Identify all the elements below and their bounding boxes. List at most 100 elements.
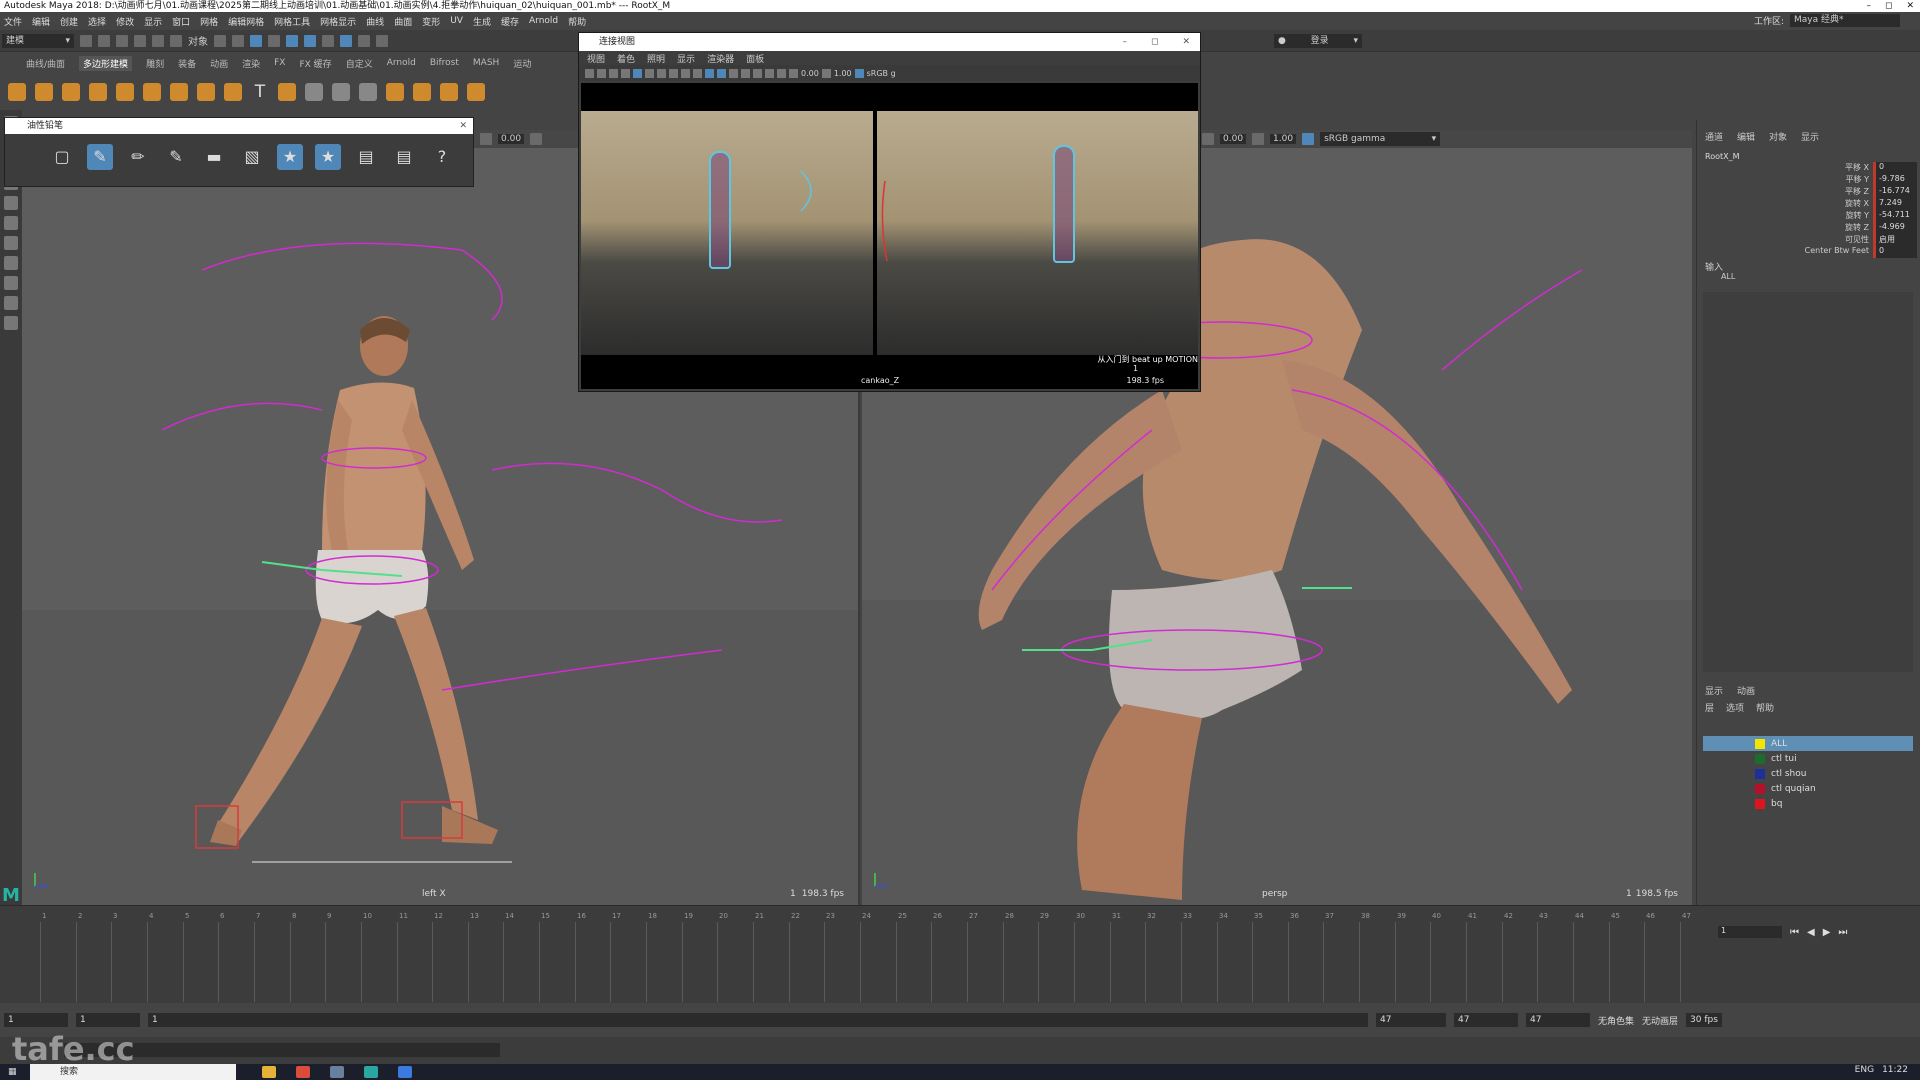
panel-menu-item[interactable]: 着色 (617, 52, 635, 65)
reference-view-canvas[interactable]: 从入门到 beat up MOTION cankao_Z 1 198.3 fps (581, 83, 1198, 389)
select-by-joint-icon[interactable] (232, 34, 244, 47)
rig-curve[interactable] (491, 462, 783, 523)
shelf-tab[interactable]: FX (274, 58, 285, 68)
poly-sphere-icon[interactable] (8, 83, 26, 101)
xray-icon[interactable] (765, 68, 774, 78)
make-live-icon[interactable] (358, 34, 370, 47)
channel-menu-item[interactable]: 对象 (1769, 130, 1787, 143)
panel-menu-item[interactable]: 视图 (587, 52, 605, 65)
gate-mask-icon[interactable] (669, 68, 678, 78)
textured-icon[interactable] (729, 68, 738, 78)
snap-point-icon[interactable] (304, 34, 316, 47)
attribute-row[interactable]: 平移 Z -16.774 (1797, 186, 1917, 198)
panel-menu-item[interactable]: 面板 (746, 52, 764, 65)
safe-action-icon[interactable] (693, 68, 702, 78)
wireframe-icon[interactable] (705, 68, 714, 78)
single-view-icon[interactable] (4, 256, 18, 270)
brush-icon[interactable]: ▬ (201, 144, 227, 170)
layer-color-swatch[interactable] (1755, 783, 1765, 794)
select-by-curve-icon[interactable] (250, 34, 262, 47)
app-icon[interactable] (398, 1066, 412, 1078)
maximize-icon[interactable]: ◻ (1885, 0, 1892, 12)
svg-icon[interactable] (278, 83, 296, 101)
attribute-row[interactable]: 旋转 X 7.249 (1797, 198, 1917, 210)
attribute-row[interactable]: 可见性 启用 (1797, 234, 1917, 246)
shelf-tab[interactable]: 装备 (178, 57, 196, 70)
menu-item[interactable]: 网格 (200, 15, 218, 28)
resolution-gate-icon[interactable] (657, 68, 666, 78)
current-frame-field[interactable]: 1 (1718, 926, 1782, 938)
animation-end-field[interactable]: 47 (1526, 1013, 1590, 1027)
minimize-icon[interactable]: – (1122, 33, 1127, 51)
menu-item[interactable]: 显示 (144, 15, 162, 28)
redo-icon[interactable] (152, 34, 164, 47)
attribute-row[interactable]: 平移 X 0 (1797, 162, 1917, 174)
layer-tab-anim[interactable]: 动画 (1737, 684, 1755, 697)
field-chart-icon[interactable] (681, 68, 690, 78)
boolean-icon[interactable] (386, 83, 404, 101)
menuset-dropdown[interactable]: 建模 ▾ (2, 33, 74, 48)
ghost-previous-icon[interactable]: ★ (277, 144, 303, 170)
shelf-tab[interactable]: 渲染 (242, 57, 260, 70)
layer-menu-item[interactable]: 帮助 (1756, 701, 1774, 714)
outliner-layout-icon[interactable] (4, 296, 18, 310)
menu-item[interactable]: 曲线 (366, 15, 384, 28)
bridge-icon[interactable] (440, 83, 458, 101)
history-icon[interactable] (376, 34, 388, 47)
layer-row[interactable]: ALL (1703, 736, 1913, 751)
clock[interactable]: 11:22 (1882, 1065, 1908, 1075)
layer-row[interactable]: bq (1703, 796, 1913, 811)
shelf-tab[interactable]: 雕刻 (146, 57, 164, 70)
attribute-value[interactable]: 0 (1873, 246, 1917, 258)
go-to-end-icon[interactable]: ⏭ (1838, 927, 1847, 938)
end-time-field[interactable]: 47 (1454, 1013, 1518, 1027)
snap-surface-icon[interactable] (322, 34, 334, 47)
chrome-icon[interactable] (296, 1066, 310, 1078)
color-management-icon[interactable] (854, 68, 864, 78)
text-icon[interactable]: T (251, 83, 269, 101)
range-bar[interactable]: 1 (148, 1013, 1368, 1027)
panel-menu-item[interactable]: 渲染器 (707, 52, 734, 65)
layer-row[interactable]: ctl tui (1703, 751, 1913, 766)
save-scene-icon[interactable] (116, 34, 128, 47)
ghost-next-icon[interactable]: ★ (315, 144, 341, 170)
menu-item[interactable]: UV (450, 16, 463, 26)
layer-color-swatch[interactable] (1755, 753, 1765, 764)
attribute-row[interactable]: 旋转 Z -4.969 (1797, 222, 1917, 234)
layer-color-swatch[interactable] (1755, 768, 1765, 779)
shelf-tab[interactable]: 曲线/曲面 (26, 57, 65, 70)
help-icon[interactable]: ? (429, 144, 455, 170)
poly-cylinder-icon[interactable] (62, 83, 80, 101)
platonic-solid-icon[interactable] (197, 83, 215, 101)
marker-icon[interactable]: ✏ (125, 144, 151, 170)
exposure-icon[interactable] (789, 68, 798, 78)
fps-dropdown[interactable]: 30 fps (1686, 1013, 1722, 1027)
shelf-tab[interactable]: 运动 (513, 57, 531, 70)
attribute-value[interactable]: 0 (1873, 162, 1917, 174)
menu-item[interactable]: 缓存 (501, 15, 519, 28)
attribute-row[interactable]: 旋转 Y -54.711 (1797, 210, 1917, 222)
bookmark-icon[interactable] (609, 68, 618, 78)
login-dropdown[interactable]: ● 登录 ▾ (1274, 34, 1362, 48)
snap-curve-icon[interactable] (286, 34, 298, 47)
rig-curve[interactable] (161, 402, 323, 431)
shelf-tab[interactable]: Bifrost (430, 58, 459, 68)
separate-icon[interactable] (332, 83, 350, 101)
language-indicator[interactable]: ENG (1855, 1065, 1874, 1075)
attribute-value[interactable]: -9.786 (1873, 174, 1917, 186)
shelf-tab[interactable]: MASH (473, 58, 499, 68)
poly-cube-icon[interactable] (35, 83, 53, 101)
graph-layout-icon[interactable] (4, 316, 18, 330)
attribute-value[interactable]: 7.249 (1873, 198, 1917, 210)
open-scene-icon[interactable] (98, 34, 110, 47)
attribute-row[interactable]: 平移 Y -9.786 (1797, 174, 1917, 186)
menu-item[interactable]: 帮助 (568, 15, 586, 28)
step-back-icon[interactable]: ◀ (1807, 927, 1815, 938)
exposure-value[interactable]: 0.00 (801, 69, 819, 78)
new-scene-icon[interactable] (80, 34, 92, 47)
menu-item[interactable]: 窗口 (172, 15, 190, 28)
import-icon[interactable]: ▤ (353, 144, 379, 170)
attribute-value[interactable]: -4.969 (1873, 222, 1917, 234)
inputs-node[interactable]: ALL (1721, 272, 1735, 281)
character-set-dropdown[interactable]: 无角色集 (1598, 1014, 1634, 1027)
